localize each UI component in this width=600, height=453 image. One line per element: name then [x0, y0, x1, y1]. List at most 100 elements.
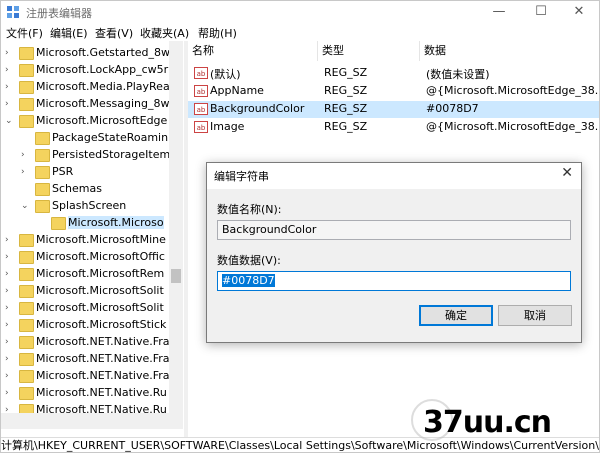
- watermark-logo: 37uu.cn: [423, 405, 552, 440]
- expand-arrow-icon[interactable]: ›: [21, 167, 29, 177]
- tree-item[interactable]: Microsoft.Microso: [1, 215, 169, 232]
- tree-item[interactable]: › Microsoft.NET.Native.Fra: [1, 368, 170, 385]
- value-name: (默认): [210, 68, 241, 81]
- tree-item[interactable]: › Microsoft.Media.PlayRea: [1, 79, 170, 96]
- collapse-arrow-icon[interactable]: ⌄: [21, 201, 29, 211]
- tree-item[interactable]: › Microsoft.MicrosoftSolit: [1, 300, 169, 317]
- menu-help[interactable]: 帮助(H): [198, 25, 237, 41]
- tree-item[interactable]: PackageStateRoamin: [1, 130, 169, 147]
- tree-item-label: Microsoft.NET.Native.Fra: [36, 369, 170, 382]
- close-button[interactable]: ✕: [559, 1, 599, 23]
- folder-icon: [19, 336, 34, 349]
- tree-item[interactable]: ⌄ Microsoft.MicrosoftEdge: [1, 113, 169, 130]
- expand-arrow-icon[interactable]: ›: [5, 303, 13, 313]
- tree-item-label: Microsoft.Microso: [68, 216, 164, 229]
- scrollbar-thumb[interactable]: [171, 269, 181, 283]
- tree-item[interactable]: › Microsoft.Messaging_8w: [1, 96, 170, 113]
- dialog-body: 数值名称(N): BackgroundColor 数值数据(V): #0078D…: [207, 189, 581, 342]
- tree-item-label: Microsoft.LockApp_cw5r: [36, 63, 169, 76]
- folder-icon: [19, 81, 34, 94]
- tree-item-label: Microsoft.MicrosoftSolit: [36, 284, 164, 297]
- dialog-title: 编辑字符串: [214, 170, 269, 183]
- tree-item[interactable]: › Microsoft.MicrosoftRem: [1, 266, 169, 283]
- folder-icon: [19, 47, 34, 60]
- tree-item[interactable]: › PSR: [1, 164, 169, 181]
- expand-arrow-icon[interactable]: ›: [5, 388, 13, 398]
- tree-item-label: PackageStateRoamin: [52, 131, 169, 144]
- expand-arrow-icon[interactable]: ›: [5, 99, 13, 109]
- tree-item[interactable]: › Microsoft.Getstarted_8w: [1, 45, 171, 62]
- folder-icon: [19, 387, 34, 400]
- collapse-arrow-icon[interactable]: ⌄: [5, 116, 13, 126]
- tree-item[interactable]: Schemas: [1, 181, 169, 198]
- tree-item[interactable]: › Microsoft.NET.Native.Fra: [1, 334, 170, 351]
- tree-item-label: Microsoft.Getstarted_8w: [36, 46, 171, 59]
- expand-arrow-icon[interactable]: ›: [5, 354, 13, 364]
- value-data-selected-text: #0078D7: [222, 274, 275, 287]
- expand-arrow-icon[interactable]: ›: [5, 65, 13, 75]
- cancel-button[interactable]: 取消: [498, 305, 572, 326]
- dialog-close-icon[interactable]: ✕: [561, 165, 573, 181]
- value-data: @{Microsoft.MicrosoftEdge_38.143: [426, 120, 599, 133]
- menu-edit[interactable]: 编辑(E): [50, 25, 88, 41]
- expand-arrow-icon[interactable]: ›: [21, 150, 29, 160]
- folder-icon: [19, 98, 34, 111]
- menu-file[interactable]: 文件(F): [6, 25, 43, 41]
- folder-icon: [35, 200, 50, 213]
- value-data-label: 数值数据(V):: [217, 254, 281, 267]
- maximize-button[interactable]: ☐: [521, 1, 561, 23]
- folder-icon: [19, 234, 34, 247]
- expand-arrow-icon[interactable]: ›: [5, 371, 13, 381]
- expand-arrow-icon[interactable]: ›: [5, 286, 13, 296]
- folder-icon: [19, 251, 34, 264]
- expand-arrow-icon[interactable]: ›: [5, 337, 13, 347]
- value-type: REG_SZ: [324, 102, 368, 115]
- value-row[interactable]: ab BackgroundColor REG_SZ #0078D7: [188, 101, 599, 118]
- value-row[interactable]: ab AppName REG_SZ @{Microsoft.MicrosoftEdge…: [188, 83, 599, 100]
- menu-favorites[interactable]: 收藏夹(A): [140, 25, 189, 41]
- tree-horizontal-scrollbar[interactable]: [1, 413, 169, 429]
- tree-item-label: Microsoft.MicrosoftRem: [36, 267, 165, 280]
- tree-item-label: Microsoft.NET.Native.Fra: [36, 335, 170, 348]
- value-data-input[interactable]: #0078D7: [217, 271, 571, 291]
- folder-icon: [35, 149, 50, 162]
- tree-item-label: Microsoft.MicrosoftSolit: [36, 301, 164, 314]
- value-row[interactable]: ab Image REG_SZ @{Microsoft.MicrosoftEdge_3…: [188, 119, 599, 136]
- tree-item[interactable]: ⌄ SplashScreen: [1, 198, 169, 215]
- tree-item[interactable]: › Microsoft.MicrosoftStick: [1, 317, 169, 334]
- expand-arrow-icon[interactable]: ›: [5, 320, 13, 330]
- registry-tree[interactable]: › Microsoft.Getstarted_8w › Microsoft.LockA…: [1, 41, 184, 429]
- tree-item-label: Schemas: [52, 182, 102, 195]
- tree-item[interactable]: › Microsoft.NET.Native.Ru: [1, 385, 169, 402]
- value-row[interactable]: ab (默认) REG_SZ (数值未设置): [188, 65, 599, 82]
- folder-icon: [35, 132, 50, 145]
- registry-editor-window: 注册表编辑器 — ☐ ✕ 文件(F) 编辑(E) 查看(V) 收藏夹(A) 帮助…: [0, 0, 600, 453]
- tree-item[interactable]: › Microsoft.MicrosoftMine: [1, 232, 169, 249]
- tree-item[interactable]: › Microsoft.LockApp_cw5r: [1, 62, 169, 79]
- tree-item[interactable]: › Microsoft.MicrosoftSolit: [1, 283, 169, 300]
- edit-string-dialog: 编辑字符串 ✕ 数值名称(N): BackgroundColor 数值数据(V)…: [206, 162, 582, 343]
- value-name: AppName: [210, 84, 264, 97]
- tree-item-label: Microsoft.MicrosoftMine: [36, 233, 166, 246]
- value-name: BackgroundColor: [210, 102, 305, 115]
- tree-item-label: Microsoft.MicrosoftEdge: [36, 114, 168, 127]
- menu-bar: 文件(F) 编辑(E) 查看(V) 收藏夹(A) 帮助(H): [1, 23, 599, 41]
- expand-arrow-icon: [21, 184, 29, 194]
- expand-arrow-icon[interactable]: ›: [5, 252, 13, 262]
- tree-vertical-scrollbar[interactable]: [169, 41, 183, 429]
- expand-arrow-icon[interactable]: ›: [5, 48, 13, 58]
- tree-item[interactable]: › Microsoft.MicrosoftOffic: [1, 249, 169, 266]
- expand-arrow-icon[interactable]: ›: [5, 269, 13, 279]
- column-header-name[interactable]: 名称: [188, 41, 318, 61]
- menu-view[interactable]: 查看(V): [95, 25, 133, 41]
- column-header-type[interactable]: 类型: [318, 41, 420, 61]
- minimize-button[interactable]: —: [479, 1, 519, 23]
- expand-arrow-icon[interactable]: ›: [5, 235, 13, 245]
- ok-button[interactable]: 确定: [419, 305, 493, 326]
- expand-arrow-icon[interactable]: ›: [5, 82, 13, 92]
- folder-icon: [19, 64, 34, 77]
- folder-icon: [19, 319, 34, 332]
- tree-item[interactable]: › PersistedStorageItem: [1, 147, 170, 164]
- tree-item[interactable]: › Microsoft.NET.Native.Fra: [1, 351, 170, 368]
- column-header-data[interactable]: 数据: [420, 41, 599, 61]
